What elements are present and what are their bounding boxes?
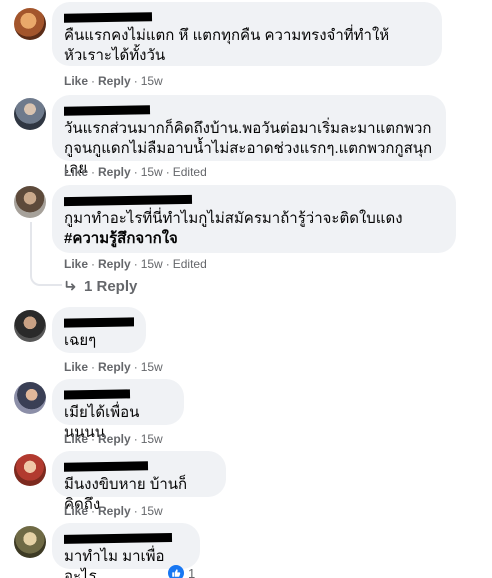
edited-label: Edited [172, 165, 207, 179]
comment-bubble: มีนงงขิบหาย บ้านก็คิดถึง [52, 451, 226, 513]
reply-button[interactable]: Reply [98, 432, 131, 446]
comment-text: เฉยๆ [64, 332, 97, 349]
comment-text: กูมาทำอะไรที่นี่ทำไมกูไม่สมัครมาถ้ารู้ว่… [64, 210, 403, 247]
reply-button[interactable]: Reply [98, 257, 131, 271]
avatar[interactable] [14, 186, 46, 218]
reaction-count: 1 [188, 565, 196, 578]
comment-3: กูมาทำอะไรที่นี่ทำไมกูไม่สมัครมาถ้ารู้ว่… [0, 182, 492, 300]
comment-actions: Like · Reply · 15w [64, 360, 163, 374]
comment-actions: Like · Reply · 15w · Edited [64, 165, 207, 179]
comment-bubble: เฉยๆ [52, 307, 146, 353]
avatar[interactable] [14, 310, 46, 342]
timestamp[interactable]: 15w [141, 504, 163, 518]
like-button[interactable]: Like [64, 165, 88, 179]
comment-7: มาทำไม มาเพื่ออะไร 1 [0, 520, 492, 578]
timestamp[interactable]: 15w [141, 74, 163, 88]
author-name-redacted[interactable] [64, 103, 434, 119]
comment-bubble: วันแรกส่วนมากก็คิดถึงบ้าน.พอวันต่อมาเริ่… [52, 95, 446, 177]
reaction-summary[interactable]: 1 [168, 565, 195, 578]
author-name-redacted[interactable] [64, 193, 444, 209]
avatar[interactable] [14, 382, 46, 414]
comment-6: มีนงงขิบหาย บ้านก็คิดถึง Like · Reply · 15w [0, 448, 492, 520]
comment-2: วันแรกส่วนมากก็คิดถึงบ้าน.พอวันต่อมาเริ่… [0, 92, 492, 188]
reply-arrow-icon [65, 280, 76, 291]
reply-button[interactable]: Reply [98, 165, 131, 179]
avatar[interactable] [14, 454, 46, 486]
comment-bubble: เมียได้เพื่อนนนนน [52, 379, 184, 441]
comment-5: เมียได้เพื่อนนนนน Like · Reply · 15w [0, 376, 492, 448]
timestamp[interactable]: 15w [141, 165, 163, 179]
comment-4: เฉยๆ Like · Reply · 15w [0, 304, 492, 376]
hashtag-link[interactable]: #ความรู้สึกจากใจ [64, 230, 178, 247]
comment-actions: Like · Reply · 15w · Edited [64, 257, 207, 271]
edited-label: Edited [172, 257, 207, 271]
reply-button[interactable]: Reply [98, 360, 131, 374]
comment-actions: Like · Reply · 15w [64, 504, 163, 518]
author-name-redacted[interactable] [64, 10, 430, 26]
comment-actions: Like · Reply · 15w [64, 74, 163, 88]
timestamp[interactable]: 15w [141, 257, 163, 271]
reply-button[interactable]: Reply [98, 504, 131, 518]
comment-bubble: คืนแรกคงไม่แตก หึ แตกทุกคืน ความทรงจำที่… [52, 2, 442, 66]
like-button[interactable]: Like [64, 74, 88, 88]
like-button[interactable]: Like [64, 257, 88, 271]
avatar[interactable] [14, 526, 46, 558]
comment-text: คืนแรกคงไม่แตก หึ แตกทุกคืน ความทรงจำที่… [64, 27, 390, 64]
like-button[interactable]: Like [64, 504, 88, 518]
reply-button[interactable]: Reply [98, 74, 131, 88]
timestamp[interactable]: 15w [141, 360, 163, 374]
view-replies-link[interactable]: 1 Reply [64, 277, 137, 297]
author-name-redacted[interactable] [64, 459, 214, 475]
comment-bubble: กูมาทำอะไรที่นี่ทำไมกูไม่สมัครมาถ้ารู้ว่… [52, 185, 456, 253]
like-button[interactable]: Like [64, 432, 88, 446]
comment-1: คืนแรกคงไม่แตก หึ แตกทุกคืน ความทรงจำที่… [0, 0, 492, 92]
timestamp[interactable]: 15w [141, 432, 163, 446]
author-name-redacted[interactable] [64, 531, 188, 547]
comment-actions: Like · Reply · 15w [64, 432, 163, 446]
avatar[interactable] [14, 98, 46, 130]
avatar[interactable] [14, 8, 46, 40]
author-name-redacted[interactable] [64, 315, 134, 331]
author-name-redacted[interactable] [64, 387, 172, 403]
like-button[interactable]: Like [64, 360, 88, 374]
like-reaction-icon [168, 565, 184, 578]
comment-bubble: มาทำไม มาเพื่ออะไร [52, 523, 200, 578]
